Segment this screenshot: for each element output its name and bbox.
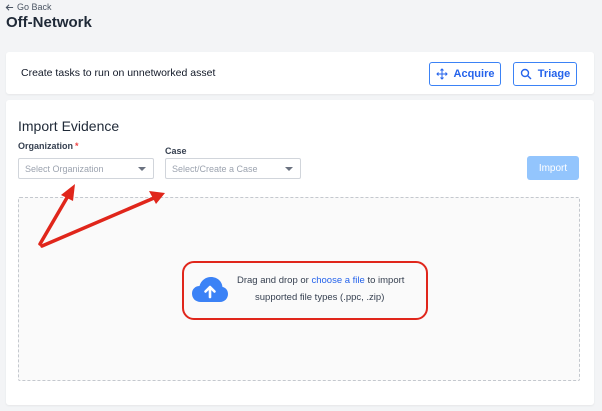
- case-label: Case: [165, 146, 187, 156]
- task-description: Create tasks to run on unnetworked asset: [21, 67, 216, 79]
- organization-placeholder: Select Organization: [25, 163, 104, 174]
- triage-button[interactable]: Triage: [513, 62, 577, 86]
- organization-select[interactable]: Select Organization: [18, 158, 154, 179]
- organization-label-text: Organization: [18, 141, 74, 151]
- case-placeholder: Select/Create a Case: [172, 163, 258, 174]
- acquire-button[interactable]: Acquire: [429, 62, 501, 86]
- import-evidence-card: Import Evidence Organization * Select Org…: [6, 100, 594, 405]
- case-select[interactable]: Select/Create a Case: [165, 158, 301, 179]
- go-back-link[interactable]: Go Back: [5, 2, 52, 12]
- acquire-label: Acquire: [453, 68, 495, 80]
- caret-down-icon: [138, 167, 146, 171]
- required-asterisk: *: [75, 141, 79, 151]
- import-button[interactable]: Import: [527, 156, 579, 180]
- search-icon: [520, 68, 532, 80]
- go-back-label: Go Back: [17, 2, 52, 12]
- organization-label: Organization *: [18, 141, 79, 151]
- triage-label: Triage: [537, 68, 571, 80]
- caret-down-icon: [285, 167, 293, 171]
- task-card: Create tasks to run on unnetworked asset…: [6, 52, 594, 94]
- arrow-left-icon: [5, 3, 14, 11]
- page-title: Off-Network: [6, 14, 92, 31]
- move-arrows-icon: [435, 68, 448, 80]
- section-title: Import Evidence: [18, 118, 120, 134]
- annotation-highlight-box: [182, 261, 428, 320]
